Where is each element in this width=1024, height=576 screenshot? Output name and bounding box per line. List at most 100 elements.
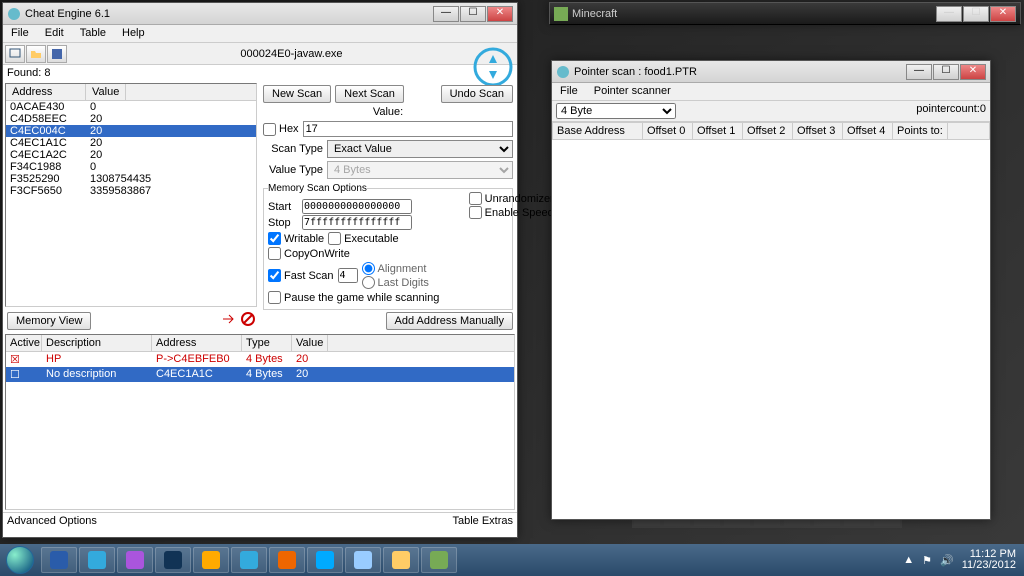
executable-checkbox[interactable]: [328, 232, 341, 245]
volume-icon[interactable]: 🔊: [940, 554, 954, 567]
status-bar: Advanced Options Table Extras: [3, 512, 517, 529]
scantype-label: Scan Type: [263, 143, 323, 155]
clock[interactable]: 11:12 PM 11/23/2012: [962, 549, 1016, 571]
menu-edit[interactable]: Edit: [37, 25, 72, 42]
taskbar-app-itunes[interactable]: [345, 547, 381, 573]
result-row[interactable]: F34C19880: [6, 161, 256, 173]
tray-arrow-icon[interactable]: ▲: [903, 554, 914, 566]
minimize-button[interactable]: —: [906, 64, 932, 80]
stop-icon[interactable]: [240, 311, 256, 327]
word-icon: [50, 551, 68, 569]
arrow-icon[interactable]: [221, 311, 237, 327]
minecraft-window: Minecraft — ☐ ✕: [549, 2, 1021, 24]
windows-orb-icon: [6, 546, 34, 574]
ptr-title: Pointer scan : food1.PTR: [574, 66, 905, 78]
taskbar-app-minecraft[interactable]: [421, 547, 457, 573]
ptr-bytes-select[interactable]: 4 Byte: [556, 103, 676, 119]
table-extras[interactable]: Table Extras: [452, 515, 513, 527]
flag-icon[interactable]: ⚑: [922, 554, 932, 567]
writable-checkbox[interactable]: [268, 232, 281, 245]
taskbar-app-steam[interactable]: [155, 547, 191, 573]
firefox-icon: [278, 551, 296, 569]
ce-titlebar[interactable]: Cheat Engine 6.1 — ☐ ✕: [3, 3, 517, 25]
folder-icon: [29, 47, 43, 61]
save-button[interactable]: [47, 45, 67, 63]
speedhack-checkbox[interactable]: [469, 206, 482, 219]
menu-file[interactable]: File: [3, 25, 37, 42]
skype-icon: [316, 551, 334, 569]
hex-checkbox[interactable]: [263, 123, 276, 136]
start-address-input[interactable]: [302, 199, 412, 214]
taskbar-app-skype[interactable]: [307, 547, 343, 573]
itunes-store-icon: [126, 551, 144, 569]
result-row[interactable]: C4D58EEC20: [6, 113, 256, 125]
menu-table[interactable]: Table: [72, 25, 114, 42]
result-row[interactable]: F35252901308754435: [6, 173, 256, 185]
memory-view-button[interactable]: Memory View: [7, 312, 91, 330]
new-scan-button[interactable]: New Scan: [263, 85, 331, 103]
col-address[interactable]: Address: [6, 84, 86, 100]
valuetype-select[interactable]: 4 Bytes: [327, 161, 513, 179]
explorer-icon: [392, 551, 410, 569]
results-pane: Address Value 0ACAE4300C4D58EEC20C4EC004…: [5, 83, 257, 307]
col-value[interactable]: Value: [86, 84, 126, 100]
result-row[interactable]: F3CF56503359583867: [6, 185, 256, 197]
result-row[interactable]: 0ACAE4300: [6, 101, 256, 113]
table-row[interactable]: ☒HPP->C4EBFEB04 Bytes20: [6, 352, 514, 367]
itunes-icon: [354, 551, 372, 569]
lastdigits-radio[interactable]: [362, 276, 375, 289]
pause-game-checkbox[interactable]: [268, 291, 281, 304]
cheat-engine-icon: [7, 7, 21, 21]
maximize-button[interactable]: ☐: [933, 64, 959, 80]
ptr-menu-file[interactable]: File: [552, 83, 586, 100]
stop-address-input[interactable]: [302, 215, 412, 230]
scantype-select[interactable]: Exact Value: [327, 140, 513, 158]
unrandomizer-checkbox[interactable]: [469, 192, 482, 205]
taskbar-app-word[interactable]: [41, 547, 77, 573]
result-row[interactable]: C4EC004C20: [6, 125, 256, 137]
fastscan-value[interactable]: [338, 268, 358, 283]
ptr-count: pointercount:0: [916, 103, 986, 119]
menu-help[interactable]: Help: [114, 25, 153, 42]
table-row[interactable]: ☐No descriptionC4EC1A1C4 Bytes20: [6, 367, 514, 382]
minimize-button[interactable]: —: [936, 6, 962, 22]
open-process-button[interactable]: [5, 45, 25, 63]
fastscan-checkbox[interactable]: [268, 269, 281, 282]
minecraft-titlebar[interactable]: Minecraft — ☐ ✕: [550, 3, 1020, 25]
taskbar-app-itunes-store[interactable]: [117, 547, 153, 573]
valuetype-label: Value Type: [263, 164, 323, 176]
system-tray: ▲ ⚑ 🔊 11:12 PM 11/23/2012: [903, 549, 1024, 571]
minecraft-title: Minecraft: [572, 8, 935, 20]
result-row[interactable]: C4EC1A2C20: [6, 149, 256, 161]
taskbar-app-explorer[interactable]: [383, 547, 419, 573]
close-button[interactable]: ✕: [487, 6, 513, 22]
maximize-button[interactable]: ☐: [460, 6, 486, 22]
advanced-options[interactable]: Advanced Options: [7, 515, 97, 527]
close-button[interactable]: ✕: [990, 6, 1016, 22]
undo-scan-button[interactable]: Undo Scan: [441, 85, 513, 103]
disk-icon: [50, 47, 64, 61]
toolbar: 000024E0-javaw.exe: [3, 43, 517, 65]
open-button[interactable]: [26, 45, 46, 63]
result-row[interactable]: C4EC1A1C20: [6, 137, 256, 149]
add-address-manually-button[interactable]: Add Address Manually: [386, 312, 513, 330]
maximize-button[interactable]: ☐: [963, 6, 989, 22]
taskbar-app-firefox[interactable]: [269, 547, 305, 573]
start-button[interactable]: [0, 544, 40, 576]
taskbar-app-unknown[interactable]: [193, 547, 229, 573]
minecraft-icon: [554, 7, 568, 21]
minimize-button[interactable]: —: [433, 6, 459, 22]
ptr-table: Base Address Offset 0 Offset 1 Offset 2 …: [552, 122, 990, 140]
taskbar-app-internet-explorer[interactable]: [79, 547, 115, 573]
alignment-radio[interactable]: [362, 262, 375, 275]
minecraft-icon: [430, 551, 448, 569]
next-scan-button[interactable]: Next Scan: [335, 85, 404, 103]
ce-title: Cheat Engine 6.1: [25, 8, 432, 20]
close-button[interactable]: ✕: [960, 64, 986, 80]
ptr-menu-scanner[interactable]: Pointer scanner: [586, 83, 679, 100]
ptr-titlebar[interactable]: Pointer scan : food1.PTR — ☐ ✕: [552, 61, 990, 83]
unknown-icon: [202, 551, 220, 569]
taskbar-app-cheat-engine[interactable]: [231, 547, 267, 573]
value-input[interactable]: [303, 121, 513, 137]
copyonwrite-checkbox[interactable]: [268, 247, 281, 260]
